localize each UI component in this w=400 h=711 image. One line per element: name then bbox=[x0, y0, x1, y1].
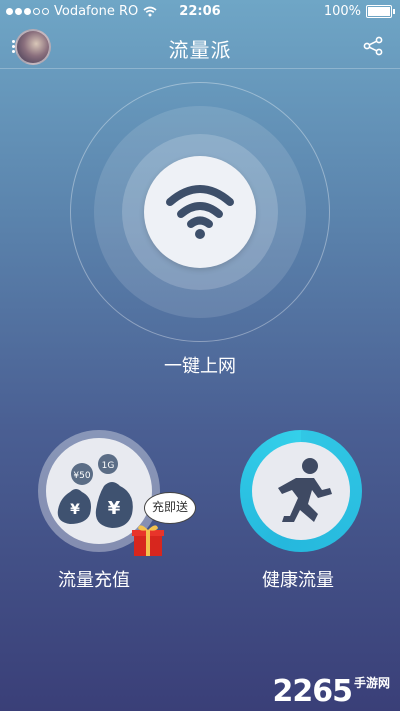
wifi-icon bbox=[166, 185, 234, 239]
battery-percent: 100% bbox=[323, 4, 361, 19]
connect-label: 一键上网 bbox=[164, 356, 236, 377]
battery-icon bbox=[366, 5, 395, 18]
nav-bar: 流量派 bbox=[0, 22, 400, 69]
watermark-number: 2265 bbox=[272, 674, 352, 709]
share-icon[interactable] bbox=[362, 36, 384, 56]
yen-symbol-2: ¥ bbox=[108, 498, 121, 519]
site-watermark: 2265 手游网 bbox=[272, 674, 390, 709]
health-icon-bg bbox=[252, 442, 350, 540]
yen-symbol-1: ¥ bbox=[70, 502, 80, 518]
running-man-icon bbox=[278, 458, 332, 522]
one-click-connect-button[interactable] bbox=[144, 156, 256, 268]
gift-box-icon bbox=[132, 525, 164, 556]
status-bar: Vodafone RO 22:06 100% bbox=[0, 0, 400, 22]
bag-50-label: ¥50 bbox=[73, 471, 90, 481]
watermark-suffix: 手游网 bbox=[353, 676, 390, 690]
recharge-label: 流量充值 bbox=[58, 570, 130, 591]
page-title: 流量派 bbox=[168, 38, 232, 62]
wifi-connect-area bbox=[70, 82, 330, 342]
promo-bubble: 充即送 bbox=[144, 492, 196, 524]
status-right: 100% bbox=[323, 4, 395, 19]
health-label: 健康流量 bbox=[262, 570, 334, 591]
bag-1g-label: 1G bbox=[102, 461, 115, 471]
health-traffic-button[interactable] bbox=[240, 430, 362, 552]
